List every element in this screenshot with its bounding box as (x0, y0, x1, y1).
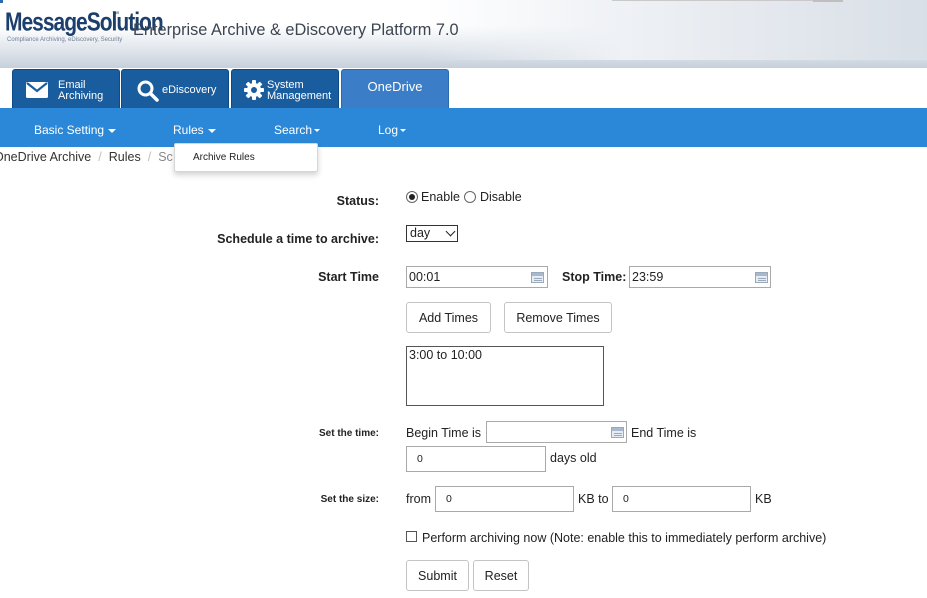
nav-rules-label: Rules (173, 123, 204, 137)
chevron-down-icon (445, 226, 456, 237)
calendar-icon[interactable] (611, 427, 624, 438)
tab-email-label-line2: Archiving (58, 90, 104, 102)
start-time-input[interactable] (406, 266, 548, 288)
caret-down-icon (207, 128, 216, 133)
envelope-icon (25, 81, 49, 99)
tab-onedrive-label: OneDrive (367, 78, 423, 94)
enable-radio[interactable] (406, 191, 418, 203)
caret-down-icon (108, 128, 117, 133)
menu-item-archive-rules[interactable]: Archive Rules (193, 152, 255, 163)
main-navbar: Basic Setting Rules Search Log (0, 108, 927, 147)
logo-trademark: ™ (112, 11, 119, 18)
kb-to-label: KB to (578, 492, 609, 506)
begin-time-input[interactable] (486, 421, 627, 443)
tab-email-archiving[interactable]: Email Archiving (12, 69, 120, 108)
perform-now-label: Perform archiving now (Note: enable this… (422, 531, 827, 545)
kb-label: KB (755, 492, 772, 506)
perform-now-checkbox[interactable] (406, 531, 417, 542)
tab-ediscovery[interactable]: eDiscovery (121, 69, 229, 108)
nav-log-label: Log (378, 123, 399, 137)
enable-label: Enable (421, 190, 460, 204)
set-size-label: Set the size: (320, 494, 379, 505)
schedule-label: Schedule a time to archive: (217, 232, 379, 246)
times-listbox[interactable]: 3:00 to 10:00 (406, 346, 604, 406)
nav-basic-setting[interactable]: Basic Setting (34, 108, 117, 147)
messagesolution-logo[interactable]: MessageSolution ™ Compliance Archiving, … (5, 7, 164, 51)
submit-button[interactable]: Submit (406, 560, 469, 591)
rules-dropdown-menu: Archive Rules (174, 143, 318, 172)
from-label: from (406, 492, 431, 506)
tab-onedrive[interactable]: OneDrive (341, 69, 449, 108)
calendar-icon[interactable] (531, 272, 544, 283)
schedule-select-value: day (410, 226, 431, 240)
breadcrumb-rules[interactable]: Rules (109, 150, 141, 164)
nav-search-label: Search (274, 123, 313, 137)
calendar-icon[interactable] (755, 272, 768, 283)
disable-label: Disable (480, 190, 522, 204)
nav-rules[interactable]: Rules (173, 108, 216, 147)
breadcrumb-current: Sc (158, 150, 173, 164)
add-times-button[interactable]: Add Times (406, 302, 491, 333)
stop-time-label: Stop Time: (562, 270, 627, 284)
nav-log[interactable]: Log (378, 108, 407, 147)
disable-radio[interactable] (464, 191, 476, 203)
breadcrumb: OneDrive Archive / Rules / Sc (0, 147, 180, 167)
app-title: Enterprise Archive & eDiscovery Platform… (133, 20, 459, 39)
days-old-label: days old (550, 451, 597, 465)
gear-icon (243, 79, 265, 101)
remove-times-button[interactable]: Remove Times (504, 302, 612, 333)
app-header: MessageSolution ™ Compliance Archiving, … (0, 0, 927, 68)
tab-system-management[interactable]: System Management (231, 69, 339, 108)
begin-time-label: Begin Time is (406, 426, 482, 440)
nav-search[interactable]: Search (274, 108, 321, 147)
status-label: Status: (336, 194, 379, 208)
size-to-input[interactable] (612, 486, 751, 512)
stop-time-input[interactable] (629, 266, 771, 288)
set-time-label: Set the time: (318, 428, 379, 439)
end-time-label: End Time is (631, 426, 697, 440)
nav-basic-setting-label: Basic Setting (34, 123, 105, 137)
logo-brand-text: MessageSolution (5, 7, 164, 37)
times-list-item[interactable]: 3:00 to 10:00 (409, 348, 601, 362)
caret-down-icon (314, 129, 321, 133)
schedule-select[interactable]: day (406, 225, 458, 242)
caret-down-icon (400, 129, 407, 133)
search-icon (136, 79, 160, 103)
days-old-input[interactable] (406, 446, 546, 472)
tab-ediscovery-label: eDiscovery (162, 84, 217, 96)
logo-tagline: Compliance Archiving, eDiscovery, Securi… (7, 37, 123, 43)
tab-system-label-line2: Management (267, 90, 332, 102)
reset-button[interactable]: Reset (473, 560, 529, 591)
start-time-label: Start Time (318, 270, 379, 284)
size-from-input[interactable] (435, 486, 574, 512)
breadcrumb-onedrive-archive[interactable]: OneDrive Archive (0, 147, 91, 167)
